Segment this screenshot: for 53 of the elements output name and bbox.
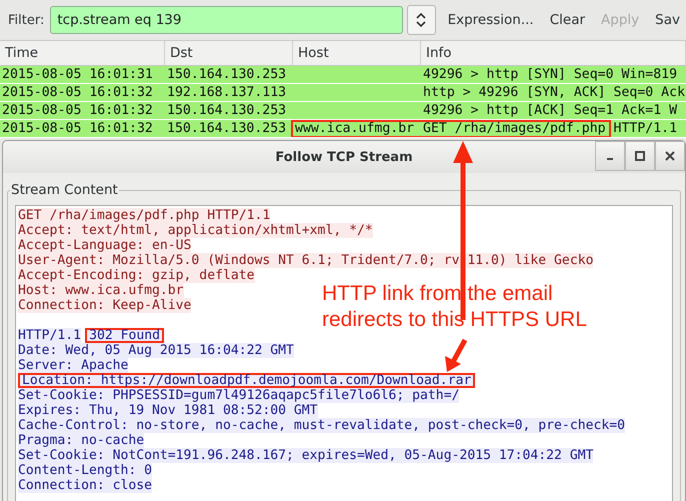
stream-text: Accept-Encoding: gzip, deflate (18, 268, 254, 283)
maximize-icon (635, 151, 645, 161)
window-title: Follow TCP Stream (275, 150, 413, 164)
filter-input[interactable]: tcp.stream eq 139 (50, 6, 403, 34)
filter-history-button[interactable] (406, 5, 436, 35)
table-cell-text: http > 49296 [SYN, ACK] Seq=0 Ack (422, 84, 686, 101)
table-cell-text: 150.164.130.253 (166, 102, 288, 119)
column-header[interactable]: Time (0, 41, 165, 65)
boxed-stream-text: 302 Found (85, 328, 164, 343)
stream-text: GET /rha/images/pdf.php HTTP/1.1 (18, 208, 270, 223)
packet-row[interactable]: 2015-08-05 16:01:31 150.164.130.253 49296 > http [SYN] Seq=0 Win=819 (0, 66, 686, 84)
column-header[interactable]: Info (421, 41, 686, 65)
stream-text: Host: www.ica.ufmg.br (18, 283, 184, 298)
up-down-caret-icon (416, 13, 426, 27)
table-cell-text: 192.168.137.113 (166, 84, 288, 101)
down-arrow (443, 338, 469, 372)
stream-text: Connection: close (18, 478, 152, 493)
stream-text: Accept: text/html, application/xhtml+xml, */* (18, 223, 373, 238)
close-icon (665, 151, 675, 161)
stream-text: HTTP/1.1 (18, 328, 82, 343)
table-cell-text: www.ica.ufmg.br (294, 120, 416, 137)
stream-text: Date: Wed, 05 Aug 2015 16:04:22 GMT (18, 343, 294, 358)
stream-text: Set-Cookie: PHPSESSID=gum7l49126aqapc5file7lo6l6; path=/ (18, 388, 460, 403)
toolbar-button[interactable]: Expression... (442, 12, 540, 28)
maximize-button[interactable] (625, 141, 655, 171)
stream-text: Server: Apache (18, 358, 128, 373)
table-cell-text: 2015-08-05 16:01:32 (1, 120, 154, 137)
table-cell-text: 150.164.130.253 (166, 120, 288, 137)
filter-label: Filter: (8, 12, 44, 28)
toolbar-button[interactable]: Clear (544, 12, 592, 28)
stream-text: Expires: Thu, 19 Nov 1981 08:52:00 GMT (18, 403, 318, 418)
toolbar-button[interactable]: Sav (649, 12, 686, 28)
stream-text: Accept-Language: en-US (18, 238, 192, 253)
close-button[interactable] (655, 141, 685, 171)
column-header[interactable]: Dst (165, 41, 293, 65)
boxed-stream-text: Location: https://downloadpdf.demojoomla.com/Download.rar (18, 373, 476, 388)
stream-text: Connection: Keep-Alive (18, 298, 192, 313)
table-cell-text: 2015-08-05 16:01:32 (1, 84, 154, 101)
table-cell-text: 49296 > http [SYN] Seq=0 Win=819 (422, 66, 678, 83)
column-header[interactable]: Host (293, 41, 421, 65)
packet-row[interactable]: 2015-08-05 16:01:32 192.168.137.113 http > 49296 [SYN, ACK] Seq=0 Ack (0, 84, 686, 102)
annotation-text: HTTP link from the email redirects to this HTTPS URL (322, 281, 587, 333)
table-cell-text: 49296 > http [ACK] Seq=1 Ack=1 W (422, 102, 678, 119)
table-cell-text: 150.164.130.253 (166, 66, 288, 83)
stream-text: Set-Cookie: NotCont=191.96.248.167; expires=Wed, 05-Aug-2015 17:04:22 GMT (18, 448, 594, 463)
stream-text: Pragma: no-cache (18, 433, 144, 448)
table-cell-text: 2015-08-05 16:01:32 (1, 102, 154, 119)
packet-row[interactable]: 2015-08-05 16:01:32 150.164.130.253 49296 > http [ACK] Seq=1 Ack=1 W (0, 102, 686, 120)
packet-row[interactable]: 2015-08-05 16:01:32 150.164.130.253 www.ica.ufmg.br GET /rha/images/pdf.php HTTP/1.1 (0, 120, 686, 138)
table-cell-text: GET /rha/images/pdf.php HTTP/1.1 (422, 120, 678, 137)
stream-text: Content-Length: 0 (18, 463, 152, 478)
stream-text: Cache-Control: no-store, no-cache, must-revalidate, post-check=0, pre-check=0 (18, 418, 625, 433)
table-cell-text: 2015-08-05 16:01:31 (1, 66, 154, 83)
